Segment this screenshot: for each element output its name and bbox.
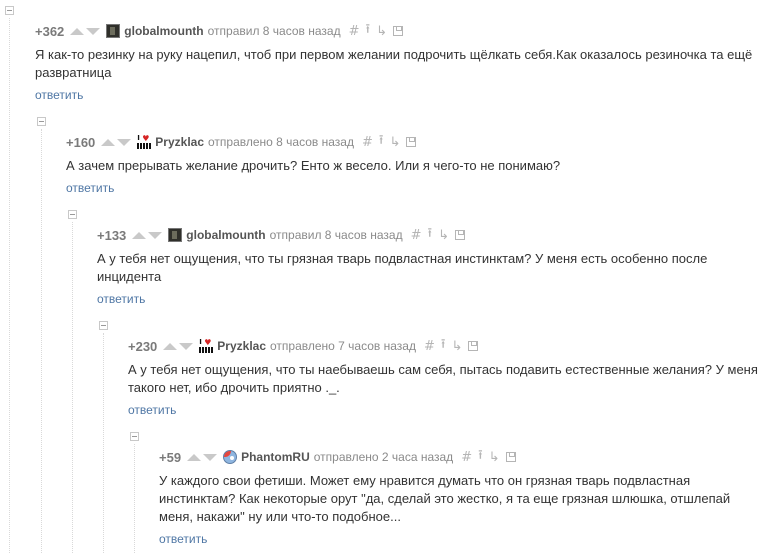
timestamp: отправил 8 часов назад: [207, 24, 341, 38]
avatar[interactable]: [168, 228, 183, 242]
thread-line: [9, 18, 10, 553]
vote-up-icon[interactable]: [70, 27, 85, 35]
hash-icon[interactable]: #: [411, 228, 422, 243]
avatar[interactable]: [223, 450, 238, 464]
collapse-toggle[interactable]: [99, 321, 108, 330]
rating: +133: [97, 227, 127, 243]
vote-down-icon[interactable]: [179, 342, 194, 350]
vote-down-icon[interactable]: [117, 138, 132, 146]
vote-up-icon[interactable]: [101, 138, 116, 146]
arrow-up-icon[interactable]: ⭱: [428, 224, 433, 246]
reply-link[interactable]: ответить: [66, 181, 114, 195]
vote-down-icon[interactable]: [203, 453, 218, 461]
thread-line: [103, 333, 104, 553]
username[interactable]: globalmounth: [124, 24, 203, 38]
collapse-toggle[interactable]: [5, 6, 14, 15]
hash-icon[interactable]: #: [461, 450, 472, 465]
vote-controls: [70, 27, 101, 35]
vote-up-icon[interactable]: [187, 453, 202, 461]
reply-link[interactable]: ответить: [159, 532, 207, 546]
comment-text: А у тебя нет ощущения, что ты наебываешь…: [128, 362, 758, 395]
save-icon[interactable]: [406, 137, 417, 147]
branch-icon[interactable]: ↳: [489, 450, 500, 465]
vote-up-icon[interactable]: [163, 342, 178, 350]
reply-link[interactable]: ответить: [97, 292, 145, 306]
hash-icon[interactable]: #: [424, 339, 435, 354]
avatar[interactable]: [106, 24, 121, 38]
username[interactable]: Pryzklac: [217, 339, 266, 353]
comment-header: +230 I ♥ Pryzklac отправлено 7 часов наза…: [128, 335, 479, 357]
save-icon[interactable]: [505, 452, 516, 462]
username[interactable]: globalmounth: [186, 228, 265, 242]
collapse-toggle[interactable]: [130, 432, 139, 441]
vote-controls: [163, 342, 194, 350]
rating: +160: [66, 134, 96, 150]
vote-controls: [132, 231, 163, 239]
save-icon[interactable]: [454, 230, 465, 240]
branch-icon[interactable]: ↳: [389, 135, 400, 150]
comment-text: Я как-то резинку на руку нацепил, чтоб п…: [35, 47, 753, 80]
hash-icon[interactable]: #: [362, 135, 373, 150]
comment-header: +59 PhantomRU отправлено 2 часа назад # …: [159, 447, 516, 467]
username[interactable]: Pryzklac: [155, 135, 204, 149]
timestamp: отправил 8 часов назад: [269, 228, 403, 242]
avatar[interactable]: I ♥: [199, 339, 214, 353]
thread-line: [41, 129, 42, 553]
rating: +230: [128, 338, 158, 354]
timestamp: отправлено 2 часа назад: [313, 450, 454, 464]
comment-text: А у тебя нет ощущения, что ты грязная тв…: [97, 251, 708, 284]
collapse-toggle[interactable]: [68, 210, 77, 219]
collapse-toggle[interactable]: [37, 117, 46, 126]
vote-controls: [101, 138, 132, 146]
rating: +362: [35, 23, 65, 39]
branch-icon[interactable]: ↳: [451, 339, 462, 354]
branch-icon[interactable]: ↳: [376, 24, 387, 39]
comment-text: У каждого свои фетиши. Может ему нравитс…: [159, 473, 731, 524]
comment-text: А зачем прерывать желание дрочить? Енто …: [66, 158, 561, 173]
save-icon[interactable]: [468, 341, 479, 351]
arrow-up-icon[interactable]: ⭱: [379, 131, 384, 153]
comment-header: +362 globalmounth отправил 8 часов назад…: [35, 21, 403, 41]
thread-line: [134, 444, 135, 553]
arrow-up-icon[interactable]: ⭱: [478, 446, 483, 468]
rating: +59: [159, 449, 182, 465]
avatar[interactable]: I ♥: [137, 135, 152, 149]
reply-link[interactable]: ответить: [35, 88, 83, 102]
vote-down-icon[interactable]: [86, 27, 101, 35]
reply-link[interactable]: ответить: [128, 403, 176, 417]
save-icon[interactable]: [392, 26, 403, 36]
arrow-up-icon[interactable]: ⭱: [441, 335, 446, 357]
vote-up-icon[interactable]: [132, 231, 147, 239]
arrow-up-icon[interactable]: ⭱: [366, 20, 371, 42]
timestamp: отправлено 8 часов назад: [208, 135, 354, 149]
thread-line: [72, 222, 73, 553]
username[interactable]: PhantomRU: [241, 450, 310, 464]
timestamp: отправлено 7 часов назад: [270, 339, 416, 353]
branch-icon[interactable]: ↳: [438, 228, 449, 243]
vote-controls: [187, 453, 218, 461]
vote-down-icon[interactable]: [148, 231, 163, 239]
comment-header: +133 globalmounth отправил 8 часов назад…: [97, 225, 465, 245]
comment-header: +160 I ♥ Pryzklac отправлено 8 часов наза…: [66, 131, 417, 153]
hash-icon[interactable]: #: [349, 24, 360, 39]
